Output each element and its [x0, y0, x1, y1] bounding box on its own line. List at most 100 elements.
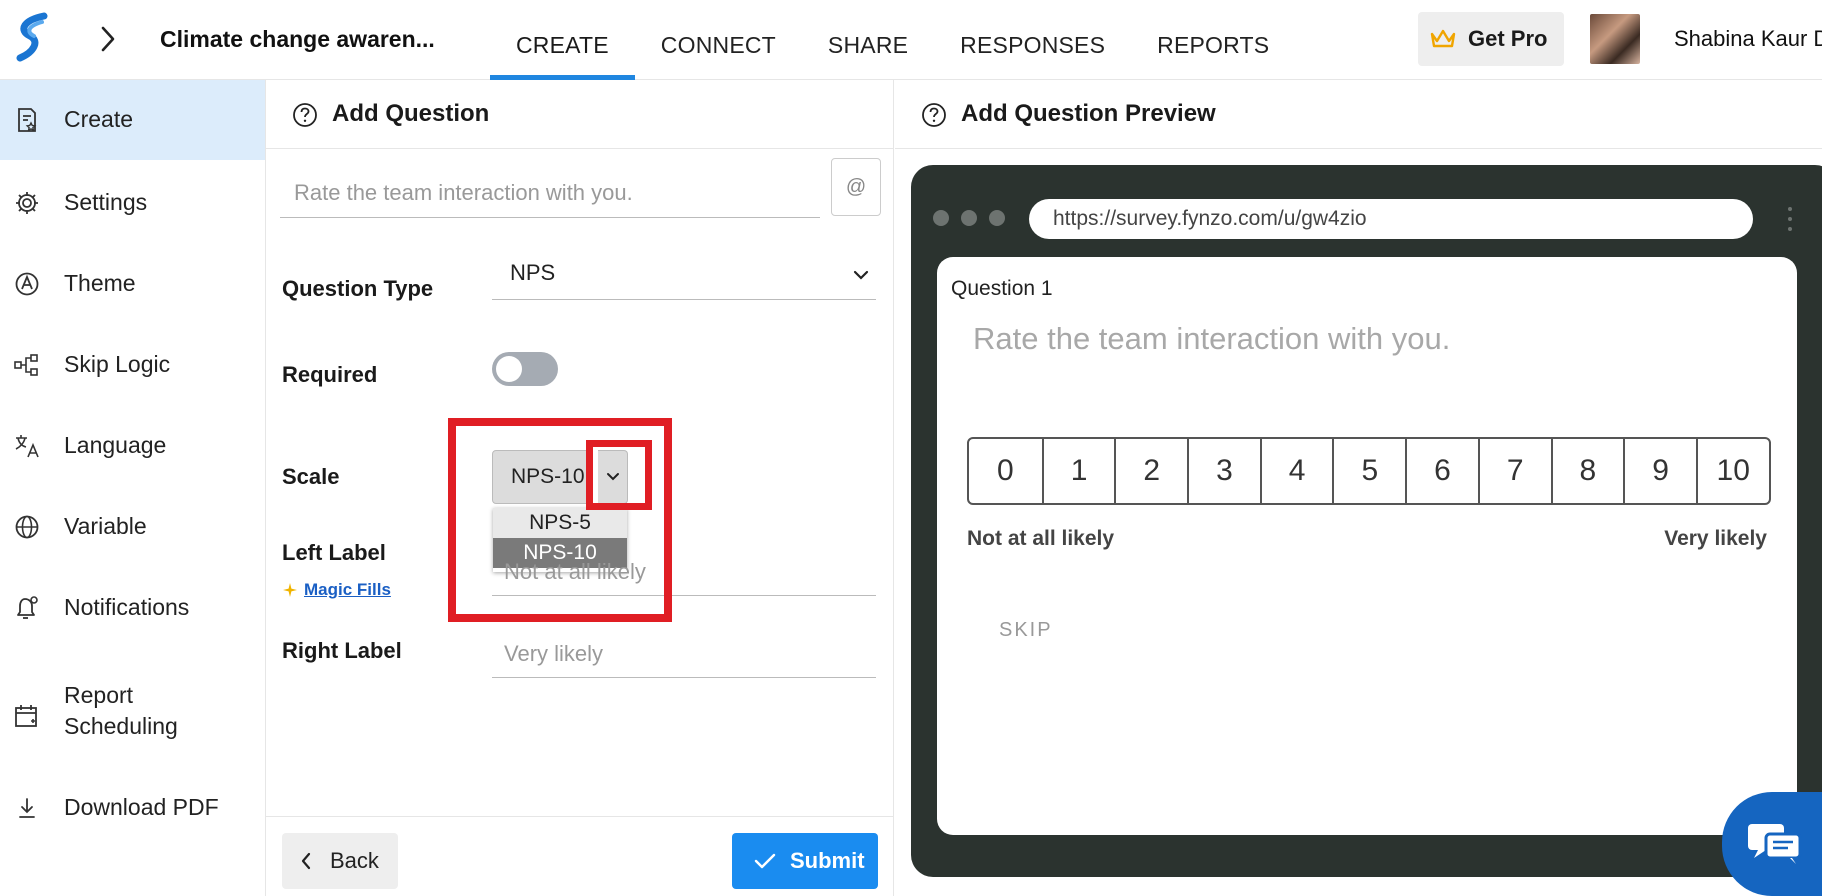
nps-option[interactable]: 7	[1477, 439, 1551, 503]
fynzo-logo-icon[interactable]	[14, 12, 50, 64]
submit-button[interactable]: Submit	[732, 833, 878, 889]
nps-option[interactable]: 4	[1259, 439, 1333, 503]
tab-responses[interactable]: RESPONSES	[934, 0, 1131, 80]
document-star-icon	[18, 108, 37, 132]
chat-widget-button[interactable]	[1722, 792, 1822, 896]
preview-question-text: Rate the team interaction with you.	[973, 321, 1451, 356]
question-type-value: NPS	[510, 260, 556, 285]
preview-panel: Add Question Preview https://survey.fynz…	[895, 80, 1822, 896]
chevron-down-icon	[606, 473, 619, 481]
check-icon	[754, 853, 776, 869]
sidebar-item-language[interactable]: Language	[0, 408, 265, 484]
toggle-knob	[496, 356, 522, 382]
palette-icon	[15, 272, 39, 296]
scale-select[interactable]: NPS-10	[492, 450, 592, 504]
chevron-down-icon	[853, 270, 869, 280]
bell-icon	[17, 596, 38, 619]
scale-dropdown-toggle[interactable]	[598, 450, 628, 504]
tab-create[interactable]: CREATE	[490, 0, 635, 80]
sidebar-item-label: Theme	[64, 270, 136, 296]
sidebar-item-label: Variable	[64, 513, 147, 539]
submit-label: Submit	[790, 848, 865, 873]
panel-title: Add Question	[332, 100, 490, 127]
question-type-select[interactable]: NPS	[492, 250, 876, 300]
sidebar-item-download-pdf[interactable]: Download PDF	[0, 770, 265, 846]
nps-scale: 0 1 2 3 4 5 6 7 8 9 10	[967, 437, 1771, 505]
url-bar: https://survey.fynzo.com/u/gw4zio	[1029, 199, 1753, 239]
nps-option[interactable]: 2	[1114, 439, 1187, 503]
nps-right-label: Very likely	[1664, 527, 1767, 550]
flow-icon	[14, 354, 38, 376]
mention-button[interactable]: @	[831, 158, 881, 216]
required-toggle[interactable]	[492, 352, 558, 386]
help-circle-icon	[922, 103, 946, 127]
sparkle-icon	[283, 583, 297, 597]
nps-option[interactable]: 3	[1187, 439, 1260, 503]
question-type-label: Question Type	[282, 276, 434, 301]
crown-icon	[1430, 29, 1456, 48]
sidebar-item-label: Settings	[64, 189, 148, 215]
tab-share[interactable]: SHARE	[802, 0, 934, 80]
right-label-input[interactable]	[492, 630, 876, 678]
add-question-panel: Add Question @ Question Type NPS Require…	[266, 80, 894, 896]
help-circle-icon	[293, 103, 317, 127]
left-label-input[interactable]	[492, 548, 876, 596]
magic-fills-link[interactable]: Magic Fills	[282, 580, 391, 600]
sidebar-item-label: Notifications	[64, 594, 190, 620]
scale-label: Scale	[282, 464, 340, 489]
user-name[interactable]: Shabina Kaur D	[1674, 26, 1822, 52]
panel-footer: Back Submit	[266, 816, 894, 896]
sidebar-item-label: Language	[64, 432, 167, 458]
sidebar-item-report-scheduling[interactable]: Report Scheduling	[0, 666, 265, 766]
question-text-input[interactable]	[280, 168, 820, 218]
back-button[interactable]: Back	[282, 833, 398, 889]
top-bar: Climate change awaren... CREATE CONNECT …	[0, 0, 1822, 80]
sidebar-item-label: Report Scheduling	[64, 682, 178, 739]
nps-option[interactable]: 0	[969, 439, 1042, 503]
nps-option[interactable]: 10	[1695, 439, 1769, 503]
left-label-label: Left Label	[282, 540, 386, 565]
gear-icon	[16, 192, 38, 214]
magic-fills-label: Magic Fills	[304, 580, 391, 599]
required-label: Required	[282, 362, 378, 387]
preview-title: Add Question Preview	[961, 100, 1216, 127]
sidebar: Create Settings Theme Skip Logic Languag…	[0, 80, 266, 896]
window-dots	[933, 210, 1005, 226]
skip-button[interactable]: SKIP	[999, 619, 1053, 642]
preview-header: Add Question Preview	[895, 80, 1822, 149]
sidebar-item-label: Create	[64, 106, 134, 132]
device-frame: https://survey.fynzo.com/u/gw4zio Questi…	[911, 165, 1822, 877]
chevron-right-icon[interactable]	[96, 24, 120, 54]
sidebar-item-notifications[interactable]: Notifications	[0, 570, 265, 646]
sidebar-item-theme[interactable]: Theme	[0, 246, 265, 322]
avatar[interactable]	[1590, 14, 1640, 64]
nps-option[interactable]: 5	[1332, 439, 1405, 503]
sidebar-item-variable[interactable]: Variable	[0, 489, 265, 565]
get-pro-button[interactable]: Get Pro	[1418, 12, 1564, 66]
kebab-menu-icon	[1788, 207, 1792, 231]
sidebar-item-settings[interactable]: Settings	[0, 165, 265, 241]
survey-title[interactable]: Climate change awaren...	[160, 26, 435, 53]
tab-connect[interactable]: CONNECT	[635, 0, 802, 80]
question-number: Question 1	[951, 277, 1053, 300]
globe-icon	[15, 515, 39, 539]
nps-option[interactable]: 6	[1405, 439, 1478, 503]
get-pro-label: Get Pro	[1468, 26, 1548, 51]
nps-option[interactable]: 9	[1623, 439, 1696, 503]
chat-icon	[1748, 824, 1802, 864]
chevron-left-icon	[301, 852, 311, 870]
sidebar-item-label: Download PDF	[64, 794, 219, 820]
translate-icon	[15, 435, 39, 458]
nps-left-label: Not at all likely	[967, 527, 1115, 550]
sidebar-item-skip-logic[interactable]: Skip Logic	[0, 327, 265, 403]
scale-option-nps-5[interactable]: NPS-5	[493, 508, 627, 538]
tab-reports[interactable]: REPORTS	[1131, 0, 1295, 80]
download-icon	[19, 798, 35, 818]
sidebar-item-create[interactable]: Create	[0, 80, 265, 160]
right-label-label: Right Label	[282, 638, 402, 663]
nps-option[interactable]: 8	[1550, 439, 1624, 503]
back-label: Back	[330, 848, 379, 873]
preview-screen: Question 1 Rate the team interaction wit…	[937, 257, 1797, 835]
calendar-icon	[15, 705, 37, 727]
nps-option[interactable]: 1	[1041, 439, 1115, 503]
